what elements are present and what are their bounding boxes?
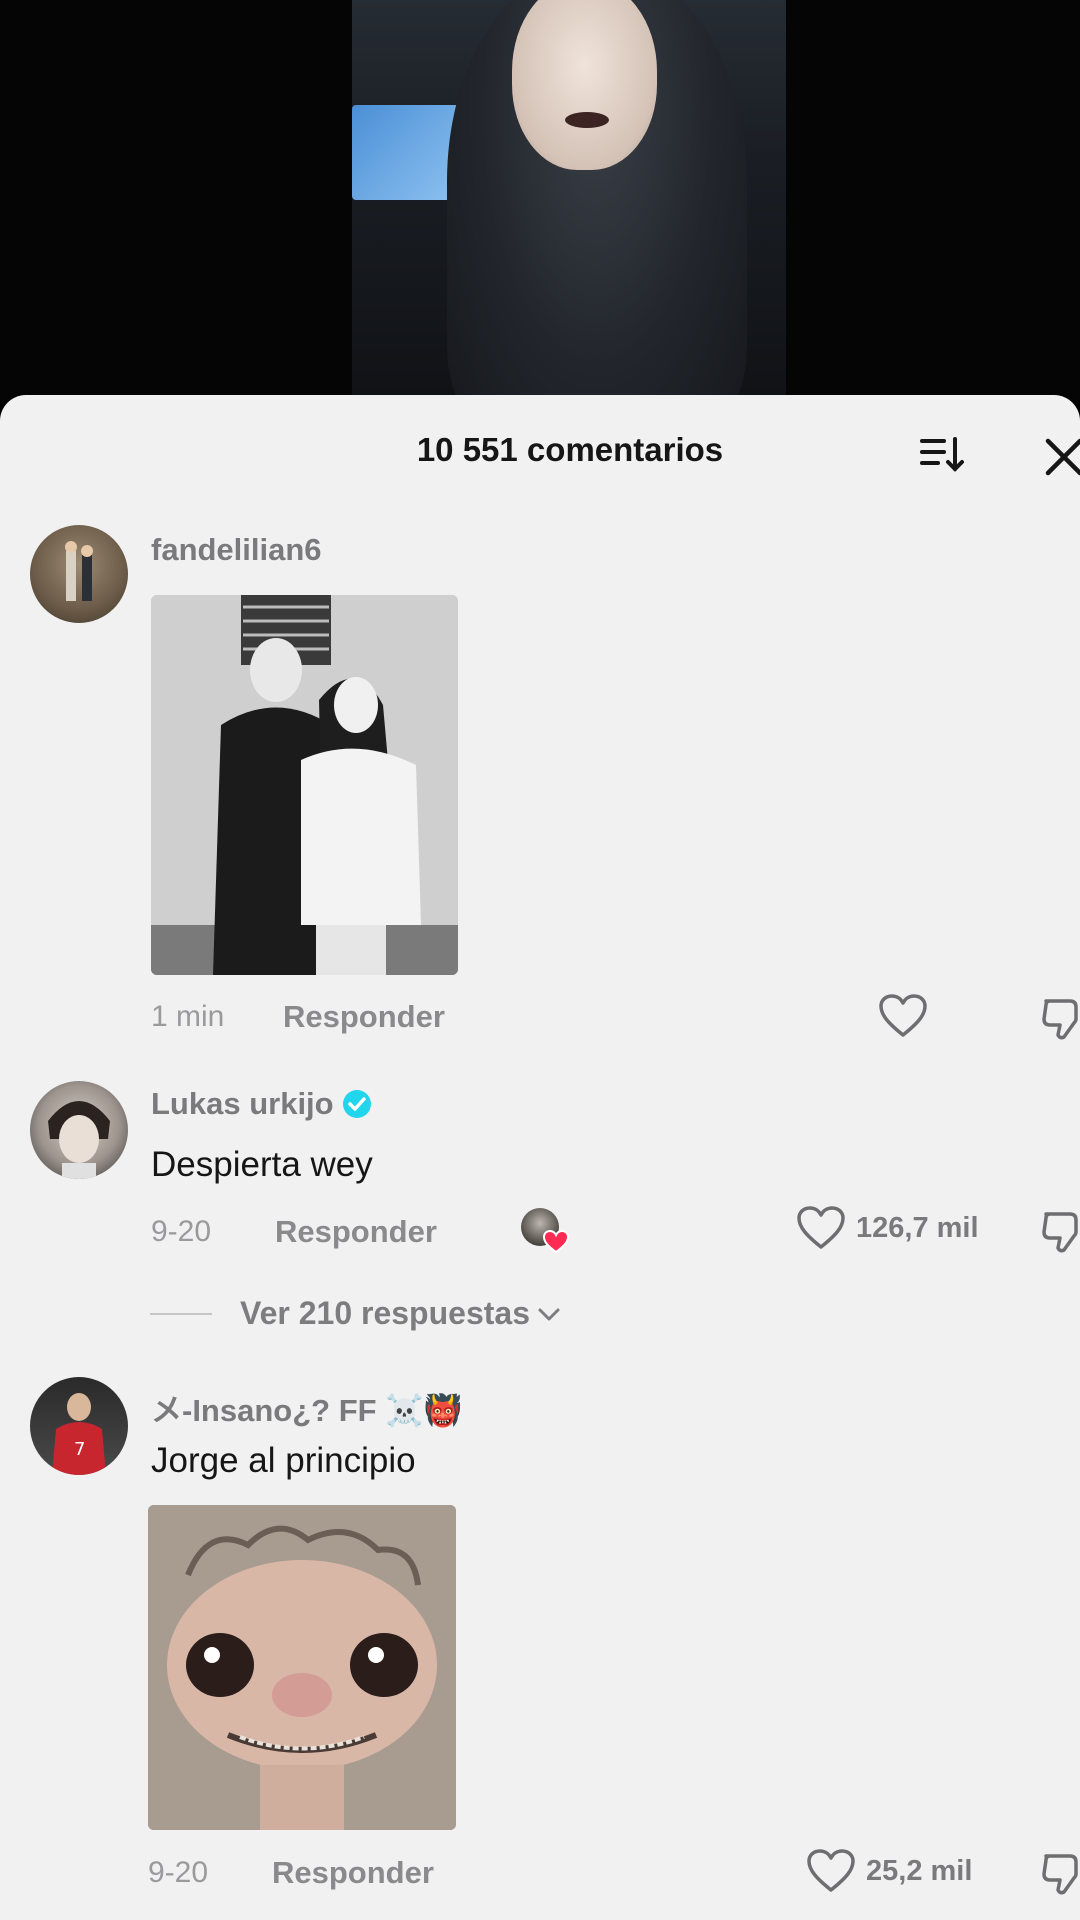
chevron-down-icon	[538, 1308, 560, 1320]
comment-username[interactable]: fandelilian6	[151, 532, 322, 568]
video-player[interactable]	[0, 0, 1080, 400]
view-replies-button[interactable]: Ver 210 respuestas	[150, 1295, 562, 1332]
like-count: 25,2 mil	[866, 1854, 973, 1887]
comment-username[interactable]: メ-Insano¿? FF ☠️👹	[151, 1385, 462, 1430]
avatar[interactable]	[30, 525, 128, 623]
sort-button[interactable]	[918, 431, 968, 481]
comment-time: 1 min	[151, 1000, 225, 1033]
verified-badge-icon	[342, 1090, 371, 1118]
comment-photo[interactable]	[148, 1505, 456, 1830]
like-button[interactable]	[878, 993, 928, 1039]
close-button[interactable]	[1040, 433, 1080, 483]
comment-text: Jorge al principio	[151, 1441, 416, 1480]
creator-liked-badge	[521, 1208, 569, 1256]
person-face	[512, 0, 657, 170]
close-icon	[1045, 438, 1080, 476]
heart-outline-icon	[807, 1849, 855, 1892]
reply-button[interactable]: Responder	[275, 1214, 437, 1250]
avatar-image	[48, 1101, 110, 1179]
dislike-button[interactable]	[1040, 1210, 1080, 1259]
creature-meme-image	[148, 1505, 456, 1830]
comment-header: Lukas urkijo	[151, 1086, 372, 1122]
reply-button[interactable]: Responder	[272, 1855, 434, 1891]
couple-photo-image	[151, 595, 458, 975]
comment-photo[interactable]	[151, 595, 458, 975]
thumbs-down-icon	[1042, 999, 1078, 1040]
comments-header: 10 551 comentarios	[0, 395, 1080, 505]
replies-divider	[150, 1312, 212, 1315]
person-mouth	[565, 112, 609, 128]
thumbs-down-icon	[1042, 1212, 1078, 1253]
heart-outline-icon	[879, 994, 927, 1037]
thumbs-down-icon	[1042, 1854, 1078, 1895]
heart-outline-icon	[797, 1206, 845, 1249]
video-frame	[352, 0, 786, 400]
comment-time: 9-20	[148, 1856, 209, 1889]
heart-filled-icon	[543, 1230, 569, 1254]
background-monitor	[352, 105, 462, 200]
comment-text: Despierta wey	[151, 1145, 373, 1184]
view-replies-label: Ver 210 respuestas	[240, 1295, 530, 1331]
svg-text:7: 7	[74, 1439, 85, 1460]
like-button[interactable]: 126,7 mil	[796, 1205, 979, 1251]
avatar-image	[65, 541, 93, 601]
like-count: 126,7 mil	[856, 1211, 979, 1244]
avatar-image: 7	[52, 1393, 106, 1475]
reply-button[interactable]: Responder	[283, 999, 445, 1035]
avatar[interactable]: 7	[30, 1377, 128, 1475]
avatar[interactable]	[30, 1081, 128, 1179]
dislike-button[interactable]	[1040, 1852, 1080, 1901]
comment-time: 9-20	[151, 1215, 212, 1248]
comment-username[interactable]: Lukas urkijo	[151, 1086, 334, 1122]
like-button[interactable]: 25,2 mil	[806, 1848, 972, 1894]
comments-sheet: 10 551 comentarios fandelilian6 1 min Re…	[0, 395, 1080, 1920]
sort-icon	[920, 437, 964, 472]
dislike-button[interactable]	[1040, 997, 1080, 1046]
